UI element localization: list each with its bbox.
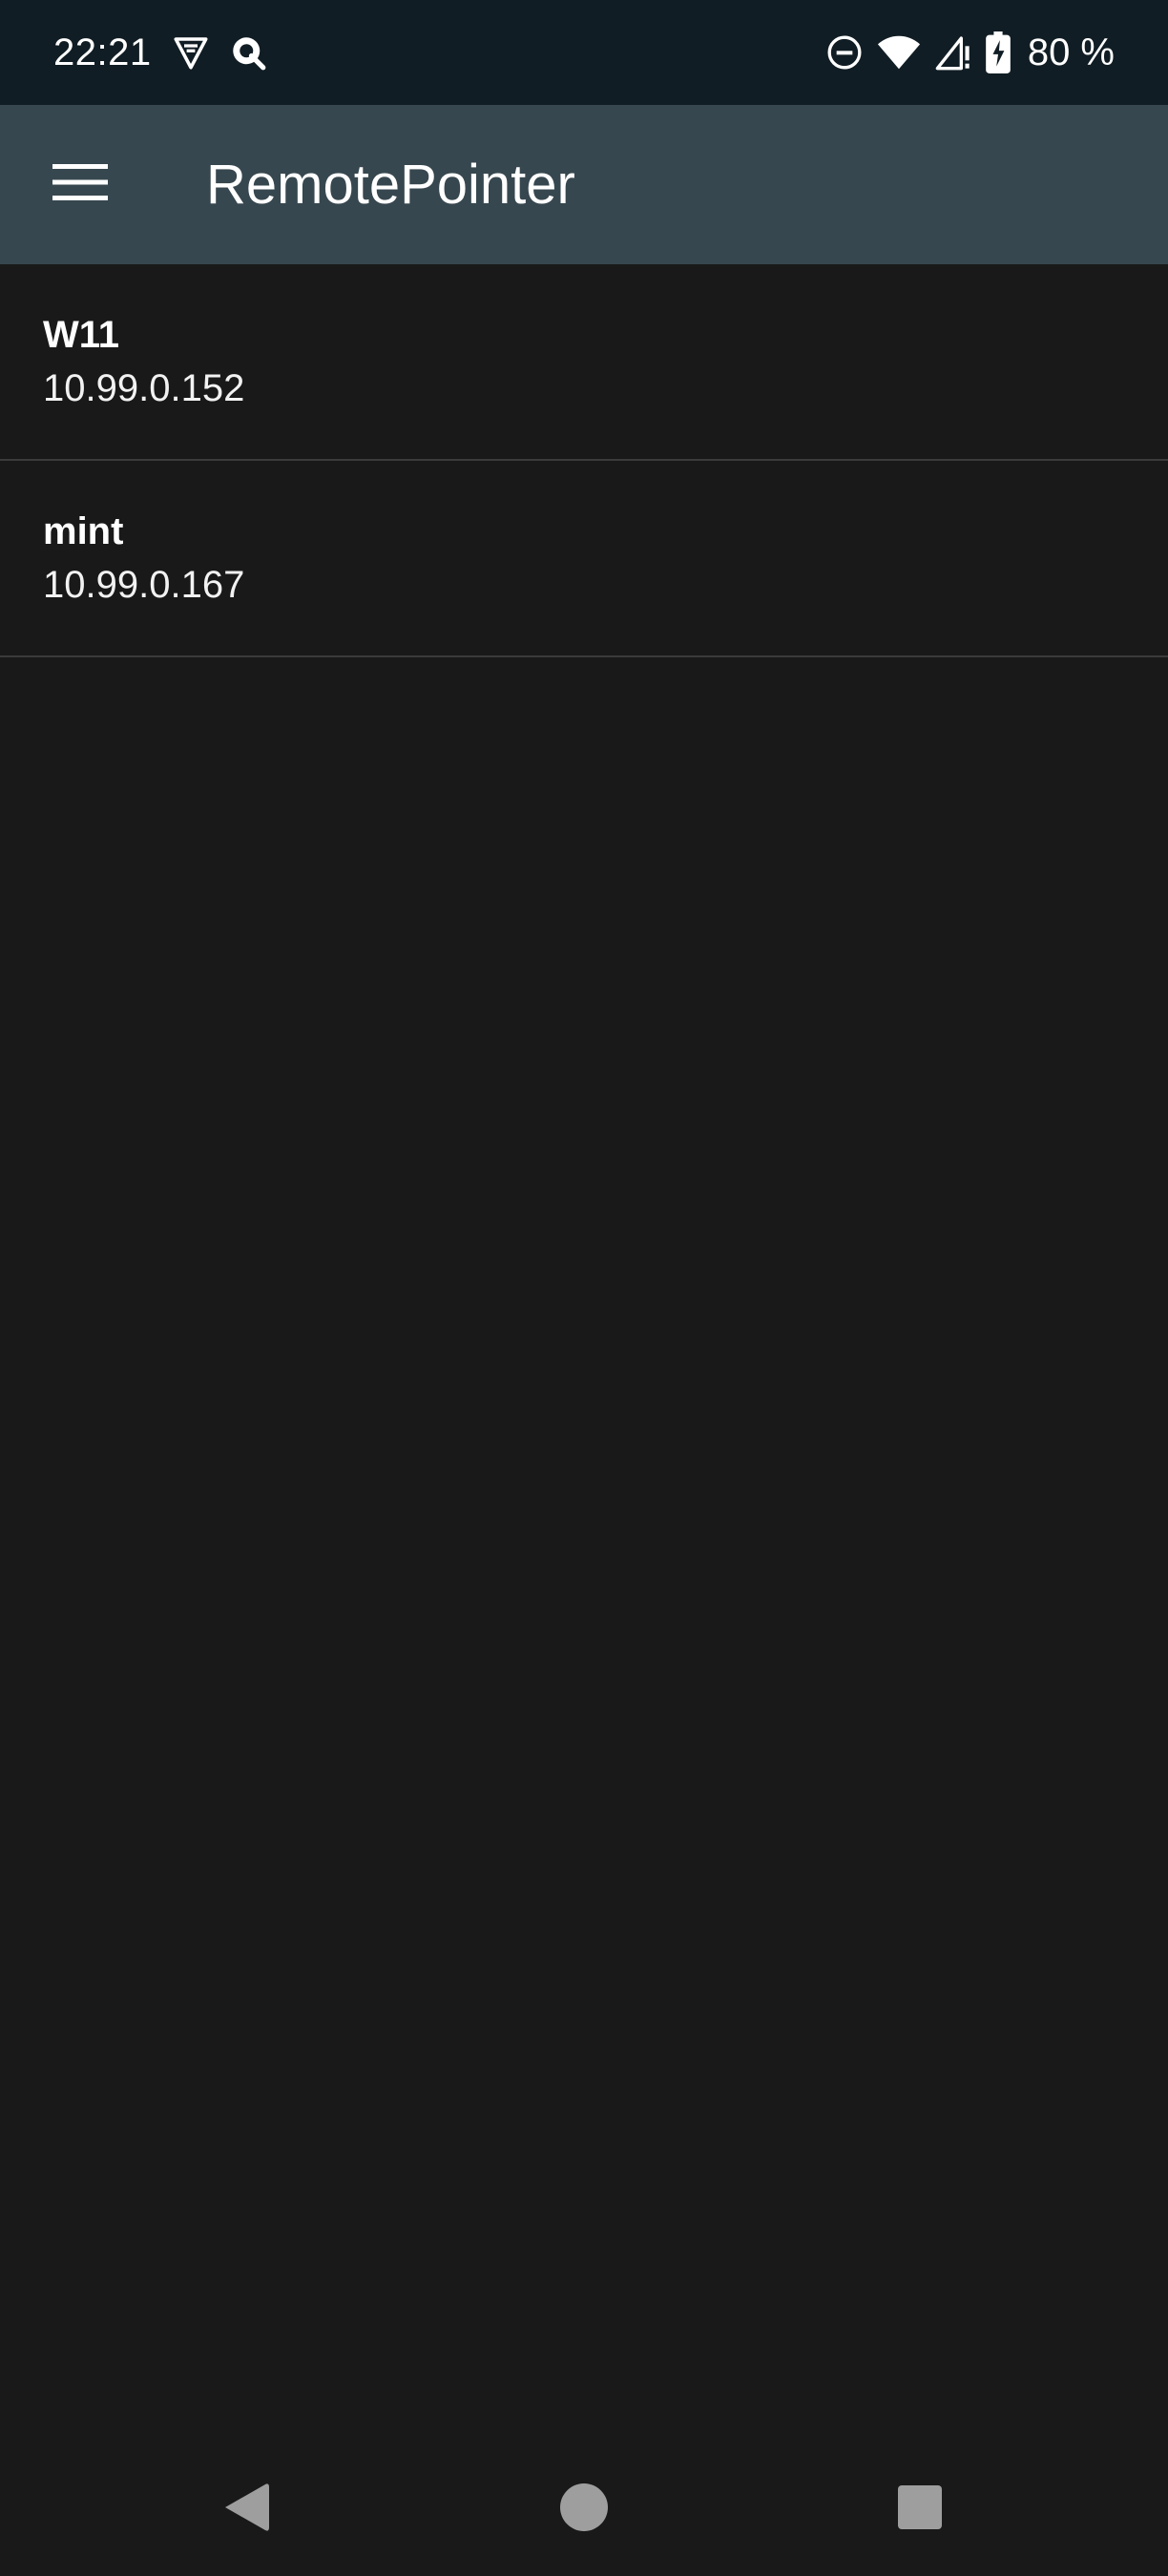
screen: 22:21 80 % RemotePointer W11 10.99.0.152… [0,0,1168,2576]
status-left: 22:21 [53,0,285,105]
home-button[interactable] [536,2462,632,2557]
device-item-mint[interactable]: mint 10.99.0.167 [0,461,1168,657]
device-list: W11 10.99.0.152 mint 10.99.0.167 [0,264,1168,657]
device-ip: 10.99.0.152 [43,367,245,409]
device-ip: 10.99.0.167 [43,564,245,606]
device-name: W11 [43,314,120,356]
navigation-bar [0,2442,1168,2576]
battery-level: 80 % [1027,31,1115,73]
cellular-signal-icon [934,33,972,72]
do-not-disturb-icon [825,33,864,72]
back-icon [221,2481,271,2539]
device-item-w11[interactable]: W11 10.99.0.152 [0,264,1168,461]
vpn-shield-icon [171,32,211,73]
search-app-icon [228,32,268,73]
device-name: mint [43,510,124,552]
status-bar: 22:21 80 % [0,0,1168,105]
recents-icon [898,2484,942,2534]
home-icon [559,2483,609,2537]
status-right: 80 % [825,0,1115,105]
battery-charging-icon [985,31,1011,73]
app-bar: RemotePointer [0,105,1168,264]
recents-button[interactable] [872,2462,968,2557]
app-title: RemotePointer [206,154,575,216]
status-time: 22:21 [53,31,152,73]
menu-button[interactable] [0,105,160,264]
back-button[interactable] [198,2462,294,2557]
wifi-icon [877,33,921,72]
hamburger-menu-icon [52,161,108,208]
